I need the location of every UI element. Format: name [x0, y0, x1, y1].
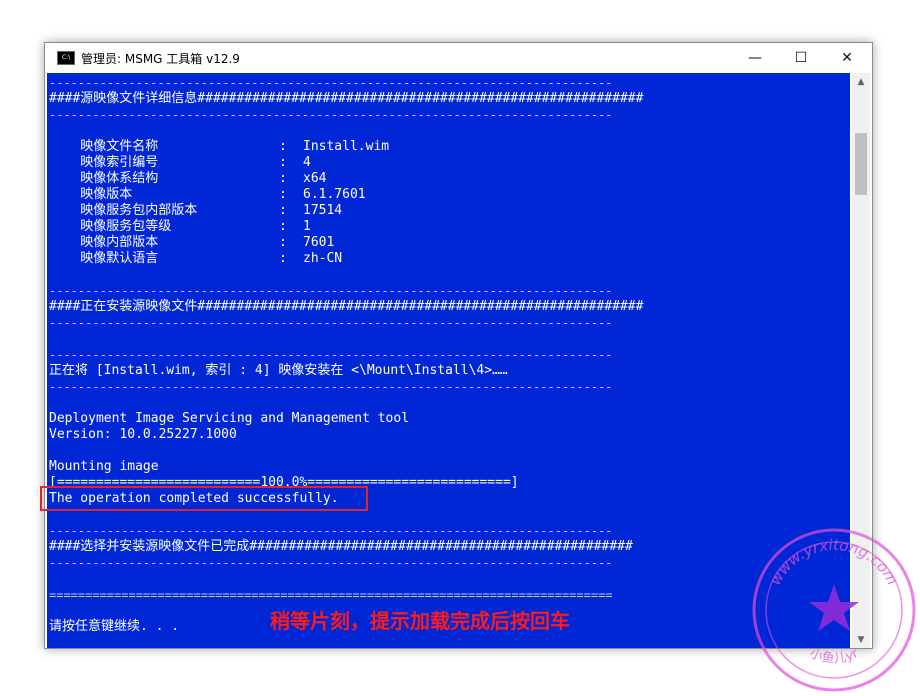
minimize-button[interactable]: —	[732, 43, 778, 73]
detail-value: zh-CN	[303, 251, 343, 266]
detail-label: 映像版本	[49, 187, 133, 202]
separator-eq: ========================================…	[49, 588, 613, 602]
separator-dash: ----------------------------------------…	[49, 556, 613, 570]
dism-version: Version: 10.0.25227.1000	[49, 427, 237, 442]
install-message: 正在将 [Install.wim, 索引 : 4] 映像安装在 <\Mount\…	[49, 363, 508, 378]
separator-dash: ----------------------------------------…	[49, 108, 613, 122]
separator-dash: ----------------------------------------…	[49, 76, 613, 90]
window-title: 管理员: MSMG 工具箱 v12.9	[81, 51, 240, 66]
detail-separator: :	[279, 203, 287, 218]
dism-tool-name: Deployment Image Servicing and Managemen…	[49, 411, 410, 426]
separator-dash: ----------------------------------------…	[49, 316, 613, 330]
console-output[interactable]: ----------------------------------------…	[47, 73, 850, 648]
scroll-up-icon[interactable]: ▲	[852, 73, 870, 90]
separator-dash: ----------------------------------------…	[49, 284, 613, 298]
detail-separator: :	[279, 187, 287, 202]
maximize-icon: ☐	[794, 50, 808, 66]
detail-label: 映像服务包等级	[49, 219, 172, 234]
detail-separator: :	[279, 139, 287, 154]
star-icon	[809, 584, 859, 631]
detail-value: Install.wim	[303, 139, 390, 154]
section-header-done: ####选择并安装源映像文件已完成#######################…	[49, 539, 633, 554]
detail-label: 映像体系结构	[49, 171, 159, 186]
detail-value: 4	[303, 155, 311, 170]
section-header-installing: ####正在安装源映像文件###########################…	[49, 299, 644, 314]
detail-separator: :	[279, 251, 287, 266]
press-any-key-prompt: 请按任意键继续. . .	[49, 619, 180, 634]
close-button[interactable]: ✕	[824, 43, 870, 73]
detail-value: x64	[303, 171, 327, 186]
success-highlight-box	[40, 486, 368, 511]
detail-label: 映像文件名称	[49, 139, 159, 154]
detail-separator: :	[279, 171, 287, 186]
cmd-app-icon: C:\	[57, 51, 75, 65]
maximize-button[interactable]: ☐	[778, 43, 824, 73]
detail-label: 映像内部版本	[49, 235, 159, 250]
detail-separator: :	[279, 219, 287, 234]
detail-value: 17514	[303, 203, 343, 218]
detail-separator: :	[279, 155, 287, 170]
detail-separator: :	[279, 235, 287, 250]
detail-label: 映像索引编号	[49, 155, 159, 170]
separator-dash: ----------------------------------------…	[49, 380, 613, 394]
separator-dash: ----------------------------------------…	[49, 524, 613, 538]
watermark-name-text: 小鱼儿yr	[807, 646, 861, 667]
watermark-logo: www.yrxitong.com 小鱼儿yr	[752, 528, 916, 692]
separator-dash: ----------------------------------------…	[49, 348, 613, 362]
console-window: C:\ 管理员: MSMG 工具箱 v12.9 — ☐ ✕ ----------…	[44, 42, 873, 649]
mounting-status: Mounting image	[49, 459, 159, 474]
instruction-annotation: 稍等片刻，提示加载完成后按回车	[270, 609, 570, 633]
close-icon: ✕	[841, 50, 853, 66]
svg-text:小鱼儿yr: 小鱼儿yr	[807, 646, 861, 667]
section-header-details: ####源映像文件详细信息###########################…	[49, 91, 644, 106]
minimize-icon: —	[748, 50, 762, 66]
title-bar[interactable]: C:\ 管理员: MSMG 工具箱 v12.9 — ☐ ✕	[45, 43, 872, 73]
scroll-thumb[interactable]	[855, 133, 867, 195]
detail-value: 1	[303, 219, 311, 234]
detail-label: 映像服务包内部版本	[49, 203, 198, 218]
detail-value: 6.1.7601	[303, 187, 366, 202]
detail-value: 7601	[303, 235, 335, 250]
detail-label: 映像默认语言	[49, 251, 159, 266]
